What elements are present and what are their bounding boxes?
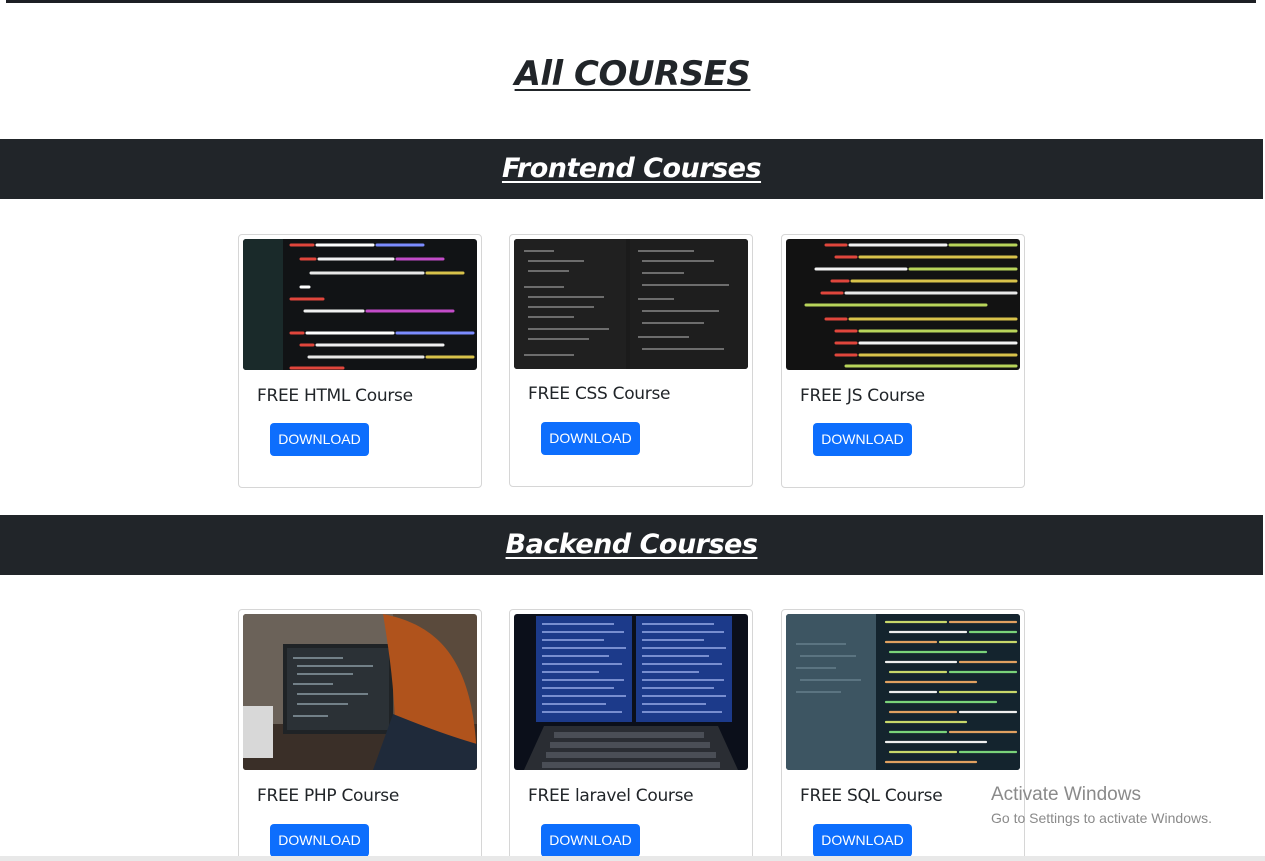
page-title: All COURSES (514, 54, 751, 94)
header-image-bottom-edge (6, 0, 1256, 3)
course-card-laravel: FREE laravel Course DOWNLOAD (509, 609, 753, 861)
watermark-line-1: Activate Windows (991, 784, 1141, 805)
course-title: FREE SQL Course (800, 786, 943, 806)
course-card-css: FREE CSS Course DOWNLOAD (509, 234, 753, 487)
course-card-sql: FREE SQL Course DOWNLOAD (781, 609, 1025, 861)
course-title: FREE laravel Course (528, 786, 694, 806)
horizontal-scrollbar[interactable] (0, 856, 1265, 861)
frontend-section-heading: Frontend Courses (0, 139, 1263, 199)
course-title: FREE PHP Course (257, 786, 400, 806)
download-button[interactable]: DOWNLOAD (813, 824, 912, 857)
watermark-line-2: Go to Settings to activate Windows. (991, 810, 1212, 826)
download-button[interactable]: DOWNLOAD (270, 423, 369, 456)
sql-course-image (786, 614, 1020, 770)
course-title: FREE JS Course (800, 386, 925, 406)
html-course-image (243, 239, 477, 370)
course-card-php: FREE PHP Course DOWNLOAD (238, 609, 482, 861)
css-course-image (514, 239, 748, 369)
download-button[interactable]: DOWNLOAD (270, 824, 369, 857)
course-card-html: FREE HTML Course DOWNLOAD (238, 234, 482, 488)
download-button[interactable]: DOWNLOAD (541, 422, 640, 455)
php-course-image (243, 614, 477, 770)
js-course-image (786, 239, 1020, 370)
course-card-js: FREE JS Course DOWNLOAD (781, 234, 1025, 488)
download-button[interactable]: DOWNLOAD (541, 824, 640, 857)
download-button[interactable]: DOWNLOAD (813, 423, 912, 456)
laravel-course-image (514, 614, 748, 770)
course-title: FREE HTML Course (257, 386, 413, 406)
course-title: FREE CSS Course (528, 384, 671, 404)
backend-section-heading: Backend Courses (0, 515, 1263, 575)
activate-windows-watermark: Activate Windows Go to Settings to activ… (991, 784, 1212, 826)
